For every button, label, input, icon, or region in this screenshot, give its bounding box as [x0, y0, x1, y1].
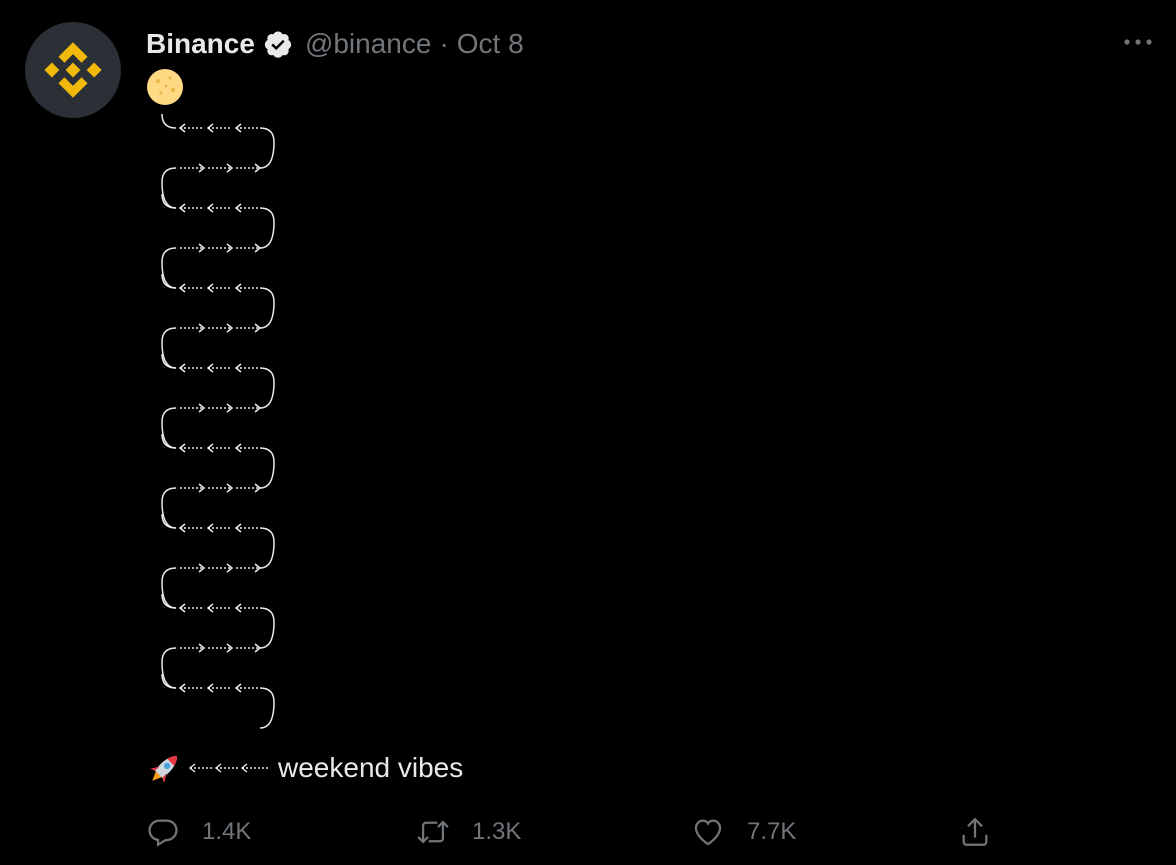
avatar[interactable]: [25, 22, 121, 118]
share-icon: [962, 817, 988, 846]
tweet-text-line: weekend vibes: [146, 746, 463, 790]
art-row: [161, 403, 262, 449]
retweet-icon: [417, 820, 449, 844]
art-row: [161, 513, 275, 569]
tweet-body-text: weekend vibes: [278, 752, 464, 783]
author-name[interactable]: Binance: [146, 28, 255, 60]
art-row: [161, 593, 275, 649]
full-moon-emoji: [146, 68, 184, 106]
rocket-emoji: [146, 749, 184, 787]
tweet[interactable]: Binance @binance · Oct 8 weekend vibes 1…: [0, 0, 1176, 865]
separator-dot: ·: [439, 28, 449, 59]
verified-badge-icon: [263, 29, 293, 59]
art-row: [161, 243, 262, 289]
retweet-count: 1.3K: [472, 818, 522, 845]
art-row: [161, 193, 275, 249]
art-row: [161, 163, 262, 209]
art-row: [161, 563, 262, 609]
reply-icon: [148, 819, 178, 847]
art-row: [161, 433, 275, 489]
more-options-icon: [1124, 39, 1152, 45]
art-row: [161, 113, 275, 169]
art-row: [161, 273, 275, 329]
zigzag-arrow-art: [161, 113, 275, 729]
art-row: [161, 673, 275, 729]
reply-count: 1.4K: [202, 818, 252, 845]
author-handle[interactable]: @binance: [305, 28, 432, 60]
like-count: 7.7K: [747, 818, 797, 845]
reply-button[interactable]: 1.4K: [146, 810, 251, 854]
tweet-header: Binance @binance · Oct 8: [146, 24, 524, 64]
retweet-button[interactable]: 1.3K: [416, 810, 521, 854]
art-row: [161, 483, 262, 529]
binance-logo-icon: [44, 42, 102, 98]
more-options-button[interactable]: [1120, 28, 1156, 56]
tweet-date[interactable]: Oct 8: [457, 28, 524, 60]
heart-icon: [694, 819, 722, 846]
like-button[interactable]: 7.7K: [691, 810, 796, 854]
left-arrows-decoration: [188, 758, 272, 778]
art-row: [161, 353, 275, 409]
art-row: [161, 323, 262, 369]
art-row: [161, 643, 262, 689]
share-button[interactable]: [958, 810, 992, 854]
tweet-actions: 1.4K 1.3K 7.7K: [146, 810, 1016, 854]
